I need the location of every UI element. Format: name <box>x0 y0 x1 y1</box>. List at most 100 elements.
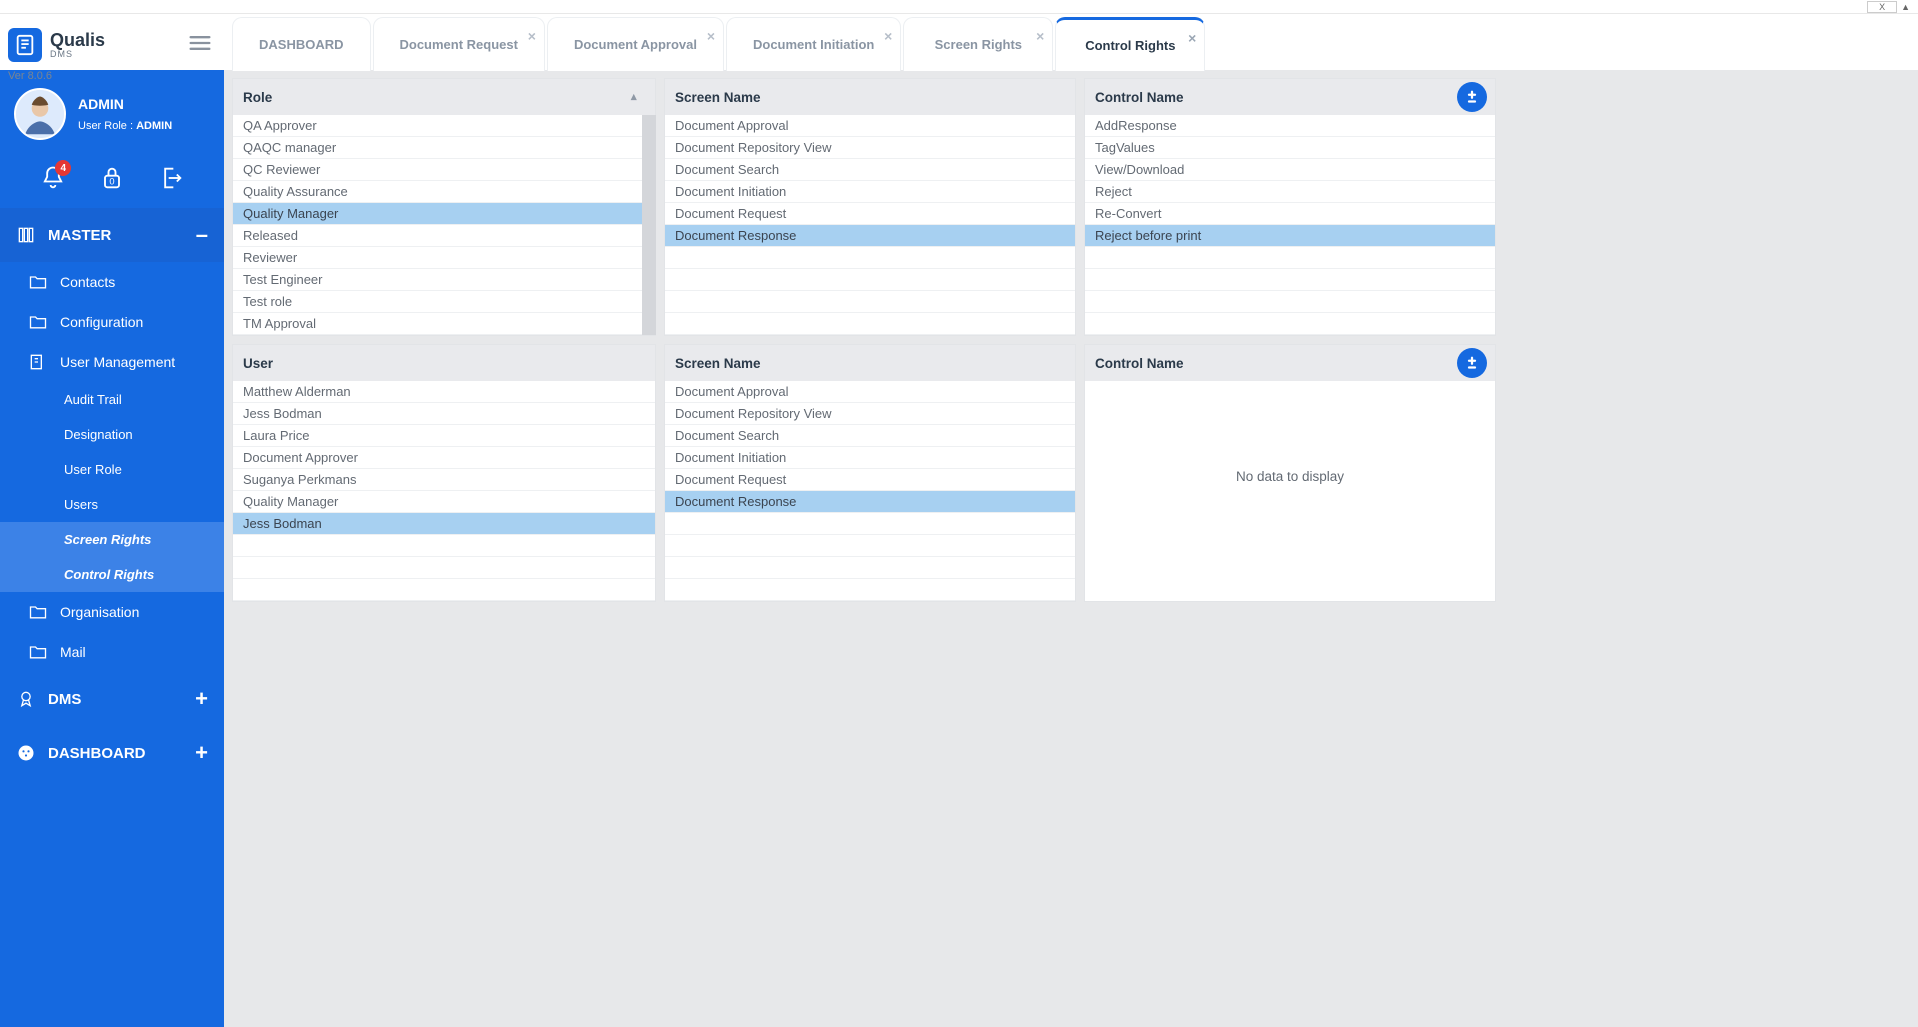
panel-header-screen-2[interactable]: Screen Name <box>665 345 1075 381</box>
sidebar-subitem-user-role[interactable]: User Role <box>0 452 224 487</box>
logout-icon[interactable] <box>153 160 189 196</box>
tab-document-request[interactable]: Document Request× <box>373 17 545 71</box>
add-remove-button[interactable] <box>1457 82 1487 112</box>
list-item-empty <box>665 269 1075 291</box>
list-item[interactable]: Document Repository View <box>665 137 1075 159</box>
window-up-icon[interactable]: ▲ <box>1901 2 1910 12</box>
list-item[interactable]: Laura Price <box>233 425 655 447</box>
list-item-empty <box>665 313 1075 335</box>
list-item-empty <box>233 535 655 557</box>
panel-header-role[interactable]: Role ▴ <box>233 79 655 115</box>
list-item[interactable]: QA Approver <box>233 115 655 137</box>
list-item[interactable]: Jess Bodman <box>233 403 655 425</box>
tab-screen-rights[interactable]: Screen Rights× <box>903 17 1053 71</box>
hamburger-icon[interactable] <box>186 29 214 62</box>
panel-control-1: Control Name AddResponseTagValuesView/Do… <box>1084 78 1496 336</box>
tab-close-icon[interactable]: × <box>528 28 536 44</box>
list-item-empty <box>665 535 1075 557</box>
tab-close-icon[interactable]: × <box>1188 30 1196 46</box>
panel-control-2: Control Name No data to display <box>1084 344 1496 602</box>
tab-close-icon[interactable]: × <box>884 28 892 44</box>
sidebar-subitem-users[interactable]: Users <box>0 487 224 522</box>
panel-header-user[interactable]: User <box>233 345 655 381</box>
list-item[interactable]: Quality Manager <box>233 203 655 225</box>
sidebar-item-contacts[interactable]: Contacts <box>0 262 224 302</box>
add-remove-button[interactable] <box>1457 348 1487 378</box>
list-item[interactable]: Reject before print <box>1085 225 1495 247</box>
list-item-empty <box>1085 291 1495 313</box>
sidebar-item-mail[interactable]: Mail <box>0 632 224 672</box>
list-item[interactable]: TM Approval <box>233 313 655 335</box>
list-item[interactable]: QAQC manager <box>233 137 655 159</box>
sidebar-item-user-management[interactable]: User Management <box>0 342 224 382</box>
list-item[interactable]: Document Initiation <box>665 447 1075 469</box>
scroll-down-icon[interactable]: ▾ <box>641 321 655 335</box>
list-item[interactable]: Re-Convert <box>1085 203 1495 225</box>
sidebar-subitem-audit-trail[interactable]: Audit Trail <box>0 382 224 417</box>
svg-text:0: 0 <box>109 176 114 186</box>
sort-icon[interactable]: ▴ <box>631 79 649 115</box>
sidebar-section-dms[interactable]: DMS + <box>0 672 224 726</box>
version-label: Ver 8.0.6 <box>8 70 52 82</box>
sidebar-subitem-designation[interactable]: Designation <box>0 417 224 452</box>
list-item[interactable]: Document Request <box>665 203 1075 225</box>
sidebar-item-organisation[interactable]: Organisation <box>0 592 224 632</box>
panel-role: Role ▴ QA ApproverQAQC managerQC Reviewe… <box>232 78 656 336</box>
list-item[interactable]: View/Download <box>1085 159 1495 181</box>
panel-header-screen-1[interactable]: Screen Name <box>665 79 1075 115</box>
tab-close-icon[interactable]: × <box>707 28 715 44</box>
list-item[interactable]: Document Approval <box>665 115 1075 137</box>
list-item[interactable]: Jess Bodman <box>233 513 655 535</box>
list-item-empty <box>233 579 655 601</box>
list-item[interactable]: Test role <box>233 291 655 313</box>
collapse-icon: – <box>196 222 208 248</box>
sidebar-subitem-screen-rights[interactable]: Screen Rights <box>0 522 224 557</box>
list-item[interactable]: Document Search <box>665 425 1075 447</box>
list-item[interactable]: Document Response <box>665 225 1075 247</box>
brand-name: Qualis <box>50 31 105 49</box>
list-item[interactable]: Quality Manager <box>233 491 655 513</box>
expand-icon: + <box>195 686 208 712</box>
list-item[interactable]: Document Initiation <box>665 181 1075 203</box>
sidebar-section-dashboard[interactable]: DASHBOARD + <box>0 726 224 780</box>
sidebar-item-configuration[interactable]: Configuration <box>0 302 224 342</box>
list-item[interactable]: AddResponse <box>1085 115 1495 137</box>
list-item[interactable]: Document Approval <box>665 381 1075 403</box>
notif-badge: 4 <box>55 160 71 176</box>
tab-bar: DASHBOARDDocument Request×Document Appro… <box>224 14 1918 70</box>
brand-sub: DMS <box>50 49 105 59</box>
sidebar-subitem-control-rights[interactable]: Control Rights <box>0 557 224 592</box>
list-item[interactable]: Matthew Alderman <box>233 381 655 403</box>
panel-header-control-2[interactable]: Control Name <box>1085 345 1495 381</box>
panel-user: User Matthew AldermanJess BodmanLaura Pr… <box>232 344 656 602</box>
list-item[interactable]: QC Reviewer <box>233 159 655 181</box>
notifications-icon[interactable]: 4 <box>35 160 71 196</box>
list-item[interactable]: Test Engineer <box>233 269 655 291</box>
list-item[interactable]: Released <box>233 225 655 247</box>
list-item[interactable]: Document Response <box>665 491 1075 513</box>
list-item[interactable]: Document Request <box>665 469 1075 491</box>
window-chrome: X ▲ <box>0 0 1918 14</box>
list-item[interactable]: Document Approver <box>233 447 655 469</box>
list-item-empty <box>1085 247 1495 269</box>
tab-close-icon[interactable]: × <box>1036 28 1044 44</box>
list-item[interactable]: Reviewer <box>233 247 655 269</box>
lock-icon[interactable]: 0 <box>94 160 130 196</box>
list-item[interactable]: Reject <box>1085 181 1495 203</box>
scroll-up-icon[interactable]: ▴ <box>641 117 655 131</box>
avatar <box>14 88 66 140</box>
panel-header-control-1[interactable]: Control Name <box>1085 79 1495 115</box>
list-item[interactable]: TagValues <box>1085 137 1495 159</box>
list-item[interactable]: Quality Assurance <box>233 181 655 203</box>
app-logo <box>8 28 42 62</box>
window-close-button[interactable]: X <box>1867 1 1897 13</box>
tab-document-approval[interactable]: Document Approval× <box>547 17 724 71</box>
tab-document-initiation[interactable]: Document Initiation× <box>726 17 901 71</box>
sidebar-section-master[interactable]: MASTER – <box>0 208 224 262</box>
list-item-empty <box>665 513 1075 535</box>
list-item[interactable]: Document Search <box>665 159 1075 181</box>
list-item[interactable]: Document Repository View <box>665 403 1075 425</box>
tab-dashboard[interactable]: DASHBOARD <box>232 17 371 71</box>
tab-control-rights[interactable]: Control Rights× <box>1055 17 1205 71</box>
list-item[interactable]: Suganya Perkmans <box>233 469 655 491</box>
